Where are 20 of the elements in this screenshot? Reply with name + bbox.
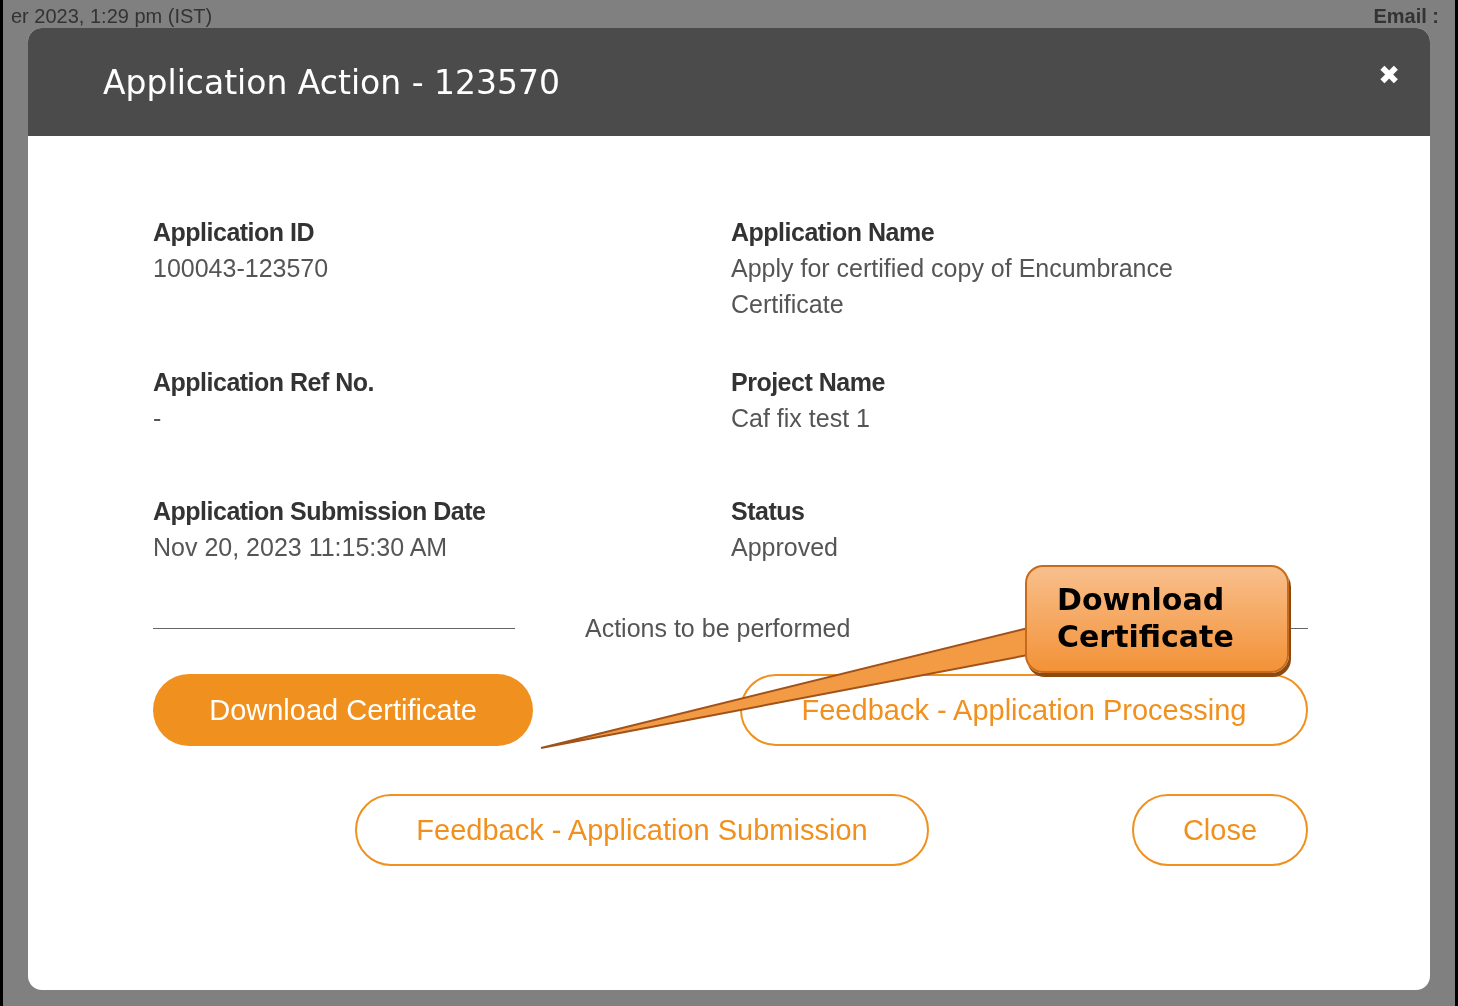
field-value: Apply for certified copy of Encumbrance Certificate bbox=[731, 253, 1174, 320]
download-certificate-button[interactable]: Download Certificate bbox=[153, 674, 533, 746]
background-text: er 2023, 1:29 pm (IST) bbox=[11, 6, 213, 26]
field-label: Application ID bbox=[153, 217, 316, 248]
field-value: 100043-123570 bbox=[153, 253, 330, 284]
background-text: Email : bbox=[1373, 6, 1439, 26]
field-label: Application Name bbox=[731, 217, 936, 248]
dialog-title: Application Action - 123570 bbox=[103, 62, 561, 102]
field-value: - bbox=[153, 403, 163, 434]
feedback-button[interactable]: Feedback - Application Processing bbox=[740, 674, 1308, 746]
field-value: Caf fix test 1 bbox=[731, 403, 871, 434]
field-value: Approved bbox=[731, 532, 840, 563]
feedback-button[interactable]: Feedback - Application Submission bbox=[355, 794, 929, 866]
field-label: Status bbox=[731, 496, 806, 527]
field-label: Application Ref No. bbox=[153, 367, 376, 398]
field-label: Project Name bbox=[731, 367, 886, 398]
field-value: Nov 20, 2023 11:15:30 AM bbox=[153, 532, 449, 563]
actions-heading: Actions to be performed bbox=[585, 613, 851, 643]
field-label: Application Submission Date bbox=[153, 496, 487, 527]
close-button[interactable]: Close bbox=[1132, 794, 1308, 866]
